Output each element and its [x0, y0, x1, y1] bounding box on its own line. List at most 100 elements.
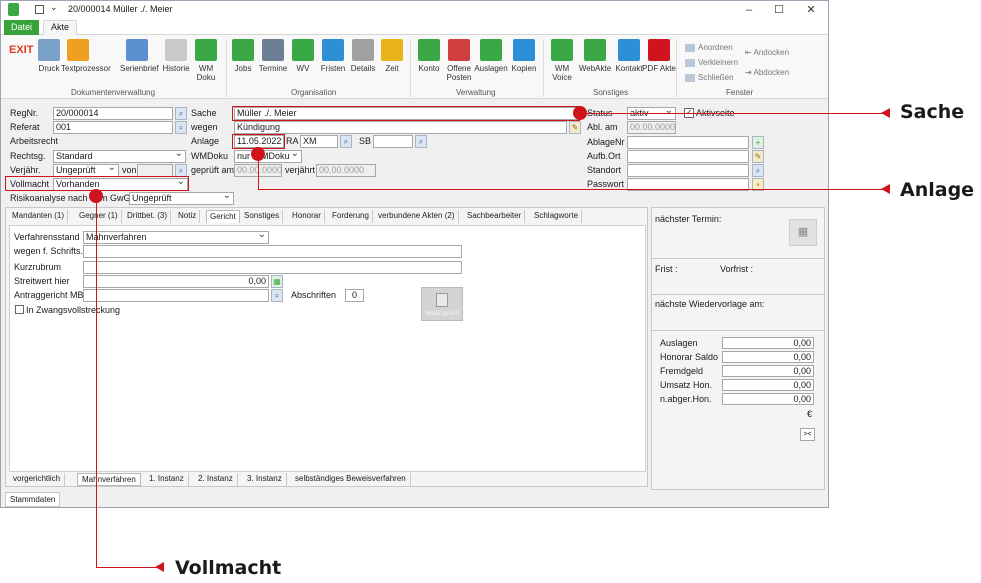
tab-forderung[interactable]: Forderung — [329, 210, 373, 223]
exit-button[interactable]: EXIT — [9, 44, 33, 56]
maximize-button[interactable]: ☐ — [768, 2, 790, 18]
tab-sonstiges[interactable]: Sonstiges — [241, 210, 284, 223]
verfahrensstand-select[interactable]: Mahnverfahren — [83, 231, 269, 244]
risikoanalyse-select[interactable]: Ungeprüft — [129, 192, 234, 205]
tab-akte[interactable]: Akte — [43, 20, 77, 35]
termin-calendar-button[interactable]: ▦ — [789, 219, 817, 246]
regnr-label: RegNr. — [10, 108, 39, 118]
contact-icon — [618, 39, 640, 61]
tab-gericht[interactable]: Gericht — [206, 210, 240, 223]
ablagenr-field[interactable] — [627, 136, 749, 149]
widerspruch-button[interactable]: Widerspruch — [421, 287, 463, 321]
quick-access-chevron-icon[interactable]: ⌄ — [50, 2, 58, 13]
sb-field[interactable] — [373, 135, 413, 148]
ra-field[interactable]: XM — [300, 135, 338, 148]
andocken-label: Andocken — [753, 48, 790, 57]
tab-notiz[interactable]: Notiz — [175, 210, 201, 223]
tab-sachbearbeiter[interactable]: Sachbearbeiter — [464, 210, 526, 223]
panel-divider — [652, 294, 824, 295]
jobs-button[interactable]: Jobs — [226, 39, 260, 73]
konto-button[interactable]: Konto — [412, 39, 446, 73]
rechtsgebiet-select[interactable]: Standard — [53, 150, 186, 163]
sb-search-icon[interactable]: ⌕ — [415, 135, 427, 148]
subtab-mahnverfahren[interactable]: Mahnverfahren — [77, 473, 141, 486]
fristen-button[interactable]: Fristen — [316, 39, 350, 73]
vollmacht-leader-line-h — [96, 567, 162, 568]
wegen-edit-icon[interactable]: ✎ — [569, 121, 581, 134]
passwort-label: Passwort — [587, 179, 625, 189]
ribbon-button-label: WebAkte — [578, 64, 612, 73]
regnr-lookup-icon[interactable]: ⌕ — [175, 107, 187, 120]
ra-search-icon[interactable]: ⌕ — [340, 135, 352, 148]
auslagen-button[interactable]: Auslagen — [474, 39, 508, 73]
wegen-schrifts-field[interactable] — [83, 245, 462, 258]
webakte-button[interactable]: WebAkte — [578, 39, 612, 73]
wv-button[interactable]: WV — [286, 39, 320, 73]
standort-label: Standort — [587, 165, 622, 175]
ablagenr-add-icon[interactable]: + — [752, 136, 764, 149]
account-icon — [418, 39, 440, 61]
schliessen-button[interactable]: Schließen — [685, 73, 734, 82]
pdf-akte-button[interactable]: PDF Akte — [642, 39, 676, 73]
subtab-vorgerichtlich[interactable]: vorgerichtlich — [9, 473, 66, 486]
wegen-field[interactable]: Kündigung — [234, 121, 567, 134]
tab-schlagworte[interactable]: Schlagworte — [531, 210, 583, 223]
textprozessor-button[interactable]: Textprozessor — [61, 39, 111, 73]
kontakt-button[interactable]: Kontakt — [612, 39, 646, 73]
stammdaten-tab[interactable]: Stammdaten — [5, 492, 61, 507]
tab-verbundene-akten-2[interactable]: verbundene Akten (2) — [375, 210, 459, 223]
tab-datei[interactable]: Datei — [4, 20, 39, 35]
zwangsvollstreckung-checkbox[interactable] — [15, 305, 24, 314]
antraggericht-search-icon[interactable]: ⌕ — [271, 289, 283, 302]
zeit-button[interactable]: Zeit — [375, 39, 409, 73]
kurzrubrum-field[interactable] — [83, 261, 462, 274]
ribbon-button-label: Termine — [258, 64, 288, 73]
sache-arrowhead — [881, 108, 890, 118]
aufbewahrungsort-field[interactable] — [627, 150, 749, 163]
close-button[interactable]: ✕ — [800, 2, 822, 18]
verjaehrt-field[interactable]: 00.00.0000 — [316, 164, 376, 177]
wm-doku-button[interactable]: WM Doku — [189, 39, 223, 82]
subtab-3-instanz[interactable]: 3. Instanz — [243, 473, 287, 486]
standort-search-icon[interactable]: ⌕ — [752, 164, 764, 177]
abschriften-label: Abschriften — [291, 290, 337, 300]
streitwert-field[interactable]: 0,00 — [83, 275, 269, 288]
subtab-1-instanz[interactable]: 1. Instanz — [145, 473, 189, 486]
sache-highlight-box — [232, 106, 580, 121]
wm-voice-button[interactable]: WM Voice — [545, 39, 579, 82]
offene-posten-button[interactable]: Offene Posten — [442, 39, 476, 82]
ribbon-button-label: Serienbrief — [120, 64, 159, 73]
abschriften-field[interactable]: 0 — [345, 289, 364, 302]
regnr-field[interactable]: 20/000014 — [53, 107, 173, 120]
gericht-tab-content: Verfahrensstand Mahnverfahren wegen f. S… — [9, 225, 646, 472]
abl-am-field[interactable]: 00.00.0000 — [627, 121, 676, 134]
kopien-button[interactable]: Kopien — [507, 39, 541, 73]
referat-field[interactable]: 001 — [53, 121, 173, 134]
anlage-label: Anlage — [191, 136, 220, 146]
save-icon[interactable] — [35, 5, 44, 14]
standort-field[interactable] — [627, 164, 749, 177]
anordnen-button[interactable]: Anordnen — [685, 43, 733, 52]
amount-label: n.abger.Hon. — [660, 394, 712, 404]
collapse-button[interactable]: >< — [800, 428, 815, 441]
ribbon-button-label: Kopien — [511, 64, 537, 73]
referat-search-icon[interactable]: ⌕ — [175, 121, 187, 134]
subtab-selbst-ndiges-beweisverfahren[interactable]: selbständiges Beweisverfahren — [291, 473, 411, 486]
termine-button[interactable]: Termine — [256, 39, 290, 73]
tab-honorar[interactable]: Honorar — [289, 210, 325, 223]
andocken-button[interactable]: ⇤ Andocken — [745, 48, 789, 57]
antraggericht-field[interactable] — [83, 289, 269, 302]
subtab-2-instanz[interactable]: 2. Instanz — [194, 473, 238, 486]
verkleinern-button[interactable]: Verkleinern — [685, 58, 738, 67]
serienbrief-button[interactable]: Serienbrief — [120, 39, 159, 73]
aufbewahrungsort-edit-icon[interactable]: ✎ — [752, 150, 764, 163]
abdocken-button[interactable]: ⇥ Abdocken — [745, 68, 789, 77]
tab-mandanten-1[interactable]: Mandanten (1) — [9, 210, 69, 223]
historie-button[interactable]: Historie — [159, 39, 193, 73]
tab-drittbet-3[interactable]: Drittbet. (3) — [124, 210, 172, 223]
group-label-dokumentenverwaltung: Dokumentenverwaltung — [71, 88, 156, 97]
tab-gegner-1[interactable]: Gegner (1) — [76, 210, 122, 223]
wmdoku-select[interactable]: nur WMDoku — [234, 150, 302, 163]
streitwert-calculator-icon[interactable]: ▦ — [271, 275, 283, 288]
minimize-button[interactable]: – — [738, 2, 760, 18]
